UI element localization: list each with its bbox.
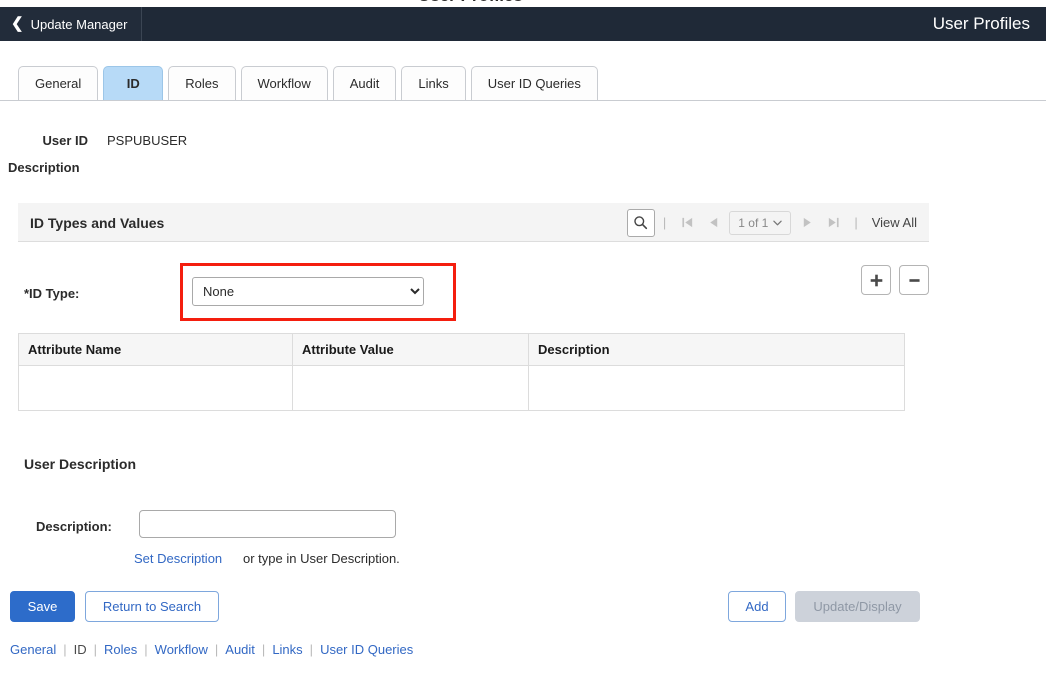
set-description-link[interactable]: Set Description (134, 551, 222, 566)
update-display-button: Update/Display (795, 591, 920, 622)
column-header-attribute-value: Attribute Value (292, 333, 529, 366)
cell-description[interactable] (528, 365, 905, 411)
bottom-link-user-id-queries[interactable]: User ID Queries (316, 642, 417, 657)
user-description-heading: User Description (24, 456, 137, 472)
column-header-attribute-name: Attribute Name (18, 333, 293, 366)
page-title: User Profiles (932, 14, 1030, 33)
tab-roles[interactable]: Roles (168, 66, 236, 100)
page-indicator-dropdown[interactable]: 1 of 1 (729, 210, 792, 235)
description-field-label: Description (8, 160, 80, 175)
nav-separator-2: | (854, 215, 858, 230)
bottom-link-audit[interactable]: Audit (221, 642, 259, 657)
return-to-search-button[interactable]: Return to Search (85, 591, 219, 622)
chevron-left-icon: ❮ (11, 14, 24, 32)
user-description-hint: or type in User Description. (243, 551, 400, 566)
grid-row-buttons (861, 265, 929, 295)
search-icon[interactable] (626, 208, 655, 237)
first-page-icon[interactable] (674, 216, 700, 229)
user-description-label: Description: (36, 519, 112, 534)
bottom-link-id: ID (73, 642, 87, 657)
tab-links[interactable]: Links (401, 66, 466, 100)
bottom-link-separator: | (309, 642, 314, 657)
tab-bar: General ID Roles Workflow Audit Links Us… (0, 41, 1046, 101)
view-all-link[interactable]: View All (866, 215, 917, 230)
table-header-row: Attribute Name Attribute Value Descripti… (18, 333, 905, 366)
tab-id[interactable]: ID (103, 66, 164, 100)
bottom-link-separator: | (63, 642, 67, 657)
bottom-link-links[interactable]: Links (268, 642, 306, 657)
tab-workflow-label: Workflow (257, 76, 311, 91)
user-id-label: User ID (42, 132, 88, 148)
back-to-update-manager-button[interactable]: ❮ Update Manager (0, 7, 143, 41)
page-indicator-label: 1 of 1 (738, 215, 769, 230)
chevron-down-icon (773, 220, 783, 225)
user-id-row: User ID PSPUBUSER (0, 130, 500, 150)
bottom-link-workflow[interactable]: Workflow (151, 642, 212, 657)
next-page-icon[interactable] (794, 216, 820, 229)
bottom-link-general[interactable]: General (6, 642, 60, 657)
previous-page-icon[interactable] (700, 216, 726, 229)
tab-user-id-queries[interactable]: User ID Queries (470, 66, 598, 100)
tab-underline (0, 100, 1046, 101)
id-type-select[interactable]: None (192, 277, 424, 306)
bottom-link-bar: General | ID | Roles | Workflow | Audit … (6, 642, 417, 657)
save-button[interactable]: Save (10, 591, 75, 622)
tab-general-label: General (35, 76, 82, 91)
column-header-description: Description (528, 333, 905, 366)
id-types-panel-title: ID Types and Values (30, 214, 165, 231)
tab-user-id-queries-label: User ID Queries (487, 76, 581, 91)
tab-links-label: Links (418, 76, 449, 91)
minus-icon[interactable] (899, 265, 929, 295)
cell-attribute-value[interactable] (292, 365, 529, 411)
bottom-link-separator: | (261, 642, 266, 657)
user-id-value: PSPUBUSER (107, 132, 188, 148)
user-description-input[interactable] (139, 510, 396, 538)
id-type-label: *ID Type: (24, 286, 80, 301)
cell-attribute-name[interactable] (18, 365, 293, 411)
last-page-icon[interactable] (820, 216, 846, 229)
cut-off-page-title: User Profiles (0, 0, 1046, 7)
back-button-label: Update Manager (30, 16, 128, 32)
tab-general[interactable]: General (18, 66, 99, 100)
tab-audit[interactable]: Audit (332, 66, 397, 100)
cut-off-page-title-text: User Profiles (418, 0, 523, 6)
bottom-link-separator: | (144, 642, 148, 657)
tab-id-label: ID (126, 76, 140, 91)
add-button[interactable]: Add (728, 591, 786, 622)
tab-workflow[interactable]: Workflow (240, 66, 328, 100)
tab-roles-label: Roles (185, 76, 219, 91)
bottom-link-separator: | (214, 642, 219, 657)
nav-separator-1: | (662, 215, 667, 230)
app-header-bar: ❮ Update Manager User Profiles (0, 7, 1046, 41)
tab-audit-label: Audit (349, 76, 380, 91)
table-row (18, 365, 905, 411)
plus-icon[interactable] (861, 265, 891, 295)
bottom-link-roles[interactable]: Roles (100, 642, 141, 657)
tab-list: General ID Roles Workflow Audit Links Us… (18, 66, 598, 100)
grid-navigation-toolbar: | 1 of 1 | View All (626, 203, 929, 242)
id-types-panel-header: ID Types and Values | 1 of 1 | View All (18, 203, 929, 242)
bottom-link-separator: | (93, 642, 98, 657)
attributes-table: Attribute Name Attribute Value Descripti… (18, 333, 905, 411)
